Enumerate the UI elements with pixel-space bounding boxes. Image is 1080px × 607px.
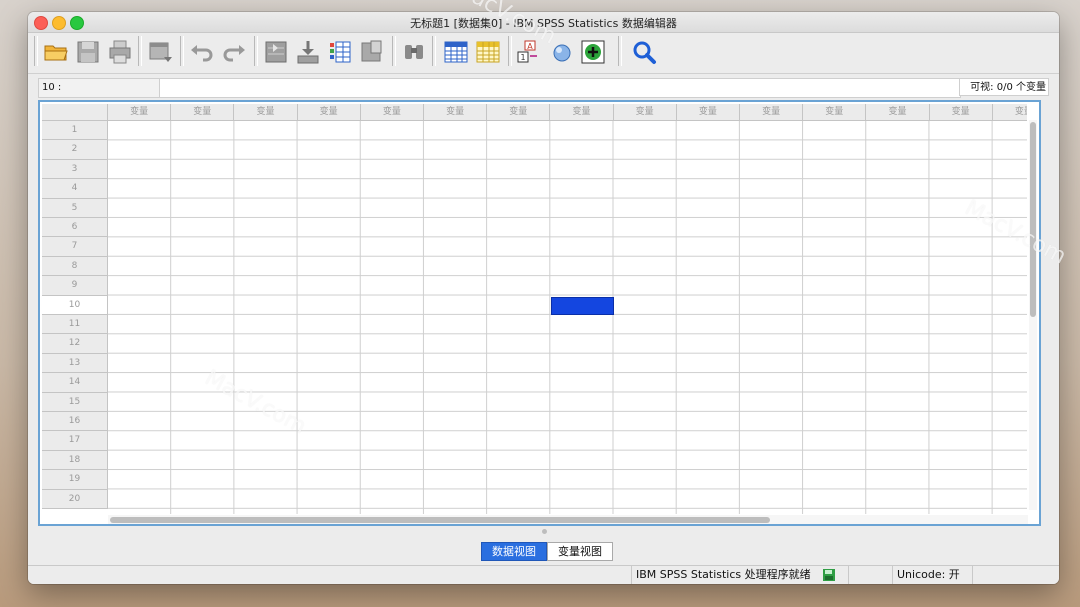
use-sets-icon[interactable] — [548, 38, 576, 66]
row-header[interactable]: 10 — [42, 295, 108, 315]
vertical-scroll-thumb[interactable] — [1030, 122, 1036, 317]
toolbar-separator — [138, 36, 142, 66]
column-header[interactable]: 变量 — [866, 104, 930, 121]
goto-variable-icon[interactable] — [294, 38, 322, 66]
add-ons-icon[interactable] — [579, 38, 607, 66]
goto-case-icon[interactable] — [262, 38, 290, 66]
row-header[interactable]: 8 — [42, 256, 108, 277]
visible-variables-label: 可视: 0/0 个变量 — [959, 78, 1049, 96]
cell-editor-bar: 10 : 可视: 0/0 个变量 — [38, 78, 1049, 98]
column-header[interactable]: 变量 — [360, 104, 424, 121]
row-header[interactable]: 7 — [42, 237, 108, 257]
column-header[interactable]: 变量 — [171, 104, 235, 121]
variables-icon[interactable] — [326, 38, 354, 66]
row-header[interactable]: 9 — [42, 276, 108, 296]
save-icon[interactable] — [74, 38, 102, 66]
cell-value-input[interactable] — [159, 78, 961, 98]
insert-variable-icon[interactable] — [474, 38, 502, 66]
grid-corner[interactable] — [42, 104, 108, 121]
toolbar-separator — [508, 36, 512, 66]
view-tabs: 数据视图 变量视图 — [481, 542, 613, 561]
row-header[interactable]: 2 — [42, 140, 108, 160]
column-header[interactable]: 变量 — [487, 104, 551, 121]
column-header[interactable]: 变量 — [108, 104, 172, 121]
row-header[interactable]: 12 — [42, 334, 108, 354]
row-header[interactable]: 14 — [42, 373, 108, 393]
unicode-status: Unicode: 开 — [892, 566, 973, 584]
row-header[interactable]: 20 — [42, 489, 108, 509]
row-header[interactable]: 13 — [42, 353, 108, 374]
processor-ready-icon — [818, 566, 842, 584]
search-icon[interactable] — [630, 38, 658, 66]
find-icon[interactable] — [400, 38, 428, 66]
row-header[interactable]: 11 — [42, 315, 108, 335]
toolbar: A1 — [28, 33, 1059, 74]
tab-data-view[interactable]: 数据视图 — [481, 542, 547, 561]
row-header[interactable]: 19 — [42, 470, 108, 490]
split-handle[interactable] — [542, 529, 547, 534]
dialog-recall-icon[interactable] — [146, 38, 174, 66]
toolbar-separator — [392, 36, 396, 66]
insert-cases-icon[interactable] — [442, 38, 470, 66]
window-title: 无标题1 [数据集0] - IBM SPSS Statistics 数据编辑器 — [410, 17, 677, 30]
column-header[interactable]: 变量 — [297, 104, 361, 121]
value-labels-icon[interactable]: A1 — [514, 38, 542, 66]
column-header[interactable]: 变量 — [740, 104, 804, 121]
row-header[interactable]: 5 — [42, 198, 108, 218]
grid-cells[interactable] — [108, 121, 1027, 514]
row-header[interactable]: 1 — [42, 121, 108, 141]
column-header[interactable]: 变量 — [803, 104, 867, 121]
open-icon[interactable] — [42, 38, 70, 66]
row-header[interactable]: 17 — [42, 431, 108, 451]
toolbar-separator — [180, 36, 184, 66]
column-header[interactable]: 变量 — [613, 104, 677, 121]
column-header[interactable]: 变量 — [929, 104, 993, 121]
column-header[interactable]: 变量 — [424, 104, 488, 121]
status-bar: IBM SPSS Statistics 处理程序就绪 Unicode: 开 — [28, 565, 1059, 584]
status-segment-empty — [848, 566, 893, 584]
row-header[interactable]: 16 — [42, 412, 108, 432]
row-header[interactable]: 4 — [42, 179, 108, 199]
toolbar-separator — [618, 36, 622, 66]
data-grid: 变量变量变量变量变量变量变量变量变量变量变量变量变量变量变量1234567891… — [38, 100, 1041, 526]
redo-icon[interactable] — [220, 38, 248, 66]
column-header[interactable]: 变量 — [550, 104, 614, 121]
data-grid-viewport: 变量变量变量变量变量变量变量变量变量变量变量变量变量变量变量1234567891… — [42, 104, 1027, 514]
tab-variable-view[interactable]: 变量视图 — [547, 542, 613, 561]
svg-text:1: 1 — [520, 53, 525, 62]
undo-icon[interactable] — [188, 38, 216, 66]
status-segment-empty — [972, 566, 1057, 584]
run-descriptives-icon[interactable] — [358, 38, 386, 66]
column-header[interactable]: 变量 — [992, 104, 1027, 121]
toolbar-separator — [432, 36, 436, 66]
row-header[interactable]: 6 — [42, 218, 108, 238]
title-bar: 无标题1 [数据集0] - IBM SPSS Statistics 数据编辑器 — [28, 12, 1059, 33]
print-icon[interactable] — [106, 38, 134, 66]
selected-cell[interactable] — [551, 296, 614, 315]
vertical-scrollbar[interactable] — [1029, 120, 1037, 510]
row-header[interactable]: 18 — [42, 450, 108, 471]
toolbar-separator — [34, 36, 38, 66]
toolbar-separator — [254, 36, 258, 66]
row-header[interactable]: 3 — [42, 159, 108, 180]
row-header[interactable]: 15 — [42, 392, 108, 412]
spss-window: 无标题1 [数据集0] - IBM SPSS Statistics 数据编辑器 — [28, 12, 1059, 584]
column-header[interactable]: 变量 — [676, 104, 740, 121]
horizontal-scrollbar[interactable] — [108, 515, 1028, 524]
column-header[interactable]: 变量 — [234, 104, 298, 121]
cell-reference: 10 : — [38, 78, 160, 98]
svg-text:A: A — [527, 42, 533, 51]
horizontal-scroll-thumb[interactable] — [110, 517, 770, 523]
processor-status: IBM SPSS Statistics 处理程序就绪 — [631, 566, 816, 584]
